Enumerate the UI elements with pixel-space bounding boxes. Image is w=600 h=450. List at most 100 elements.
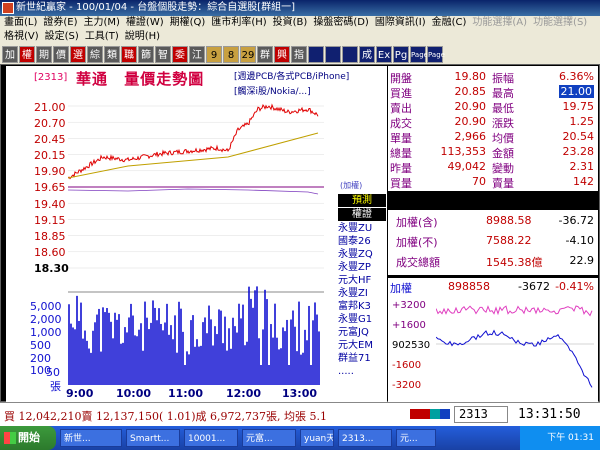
toolbar: 加權期價選綜類職篩智委江 9 8 29 群興指成 Ex Pg Page Page	[0, 44, 600, 64]
start-button[interactable]: 開始	[0, 426, 56, 450]
index-row: 加權(不) 7588.22 -4.10	[388, 234, 598, 252]
index-value: 7588.22	[486, 234, 532, 247]
warrant-list-item[interactable]: 元大HF	[338, 274, 386, 287]
warrant-list-item[interactable]: 永豐ZQ	[338, 248, 386, 261]
quote-label: 最高	[492, 87, 514, 100]
toolbar-button[interactable]: 委	[172, 45, 188, 63]
toolbar-button[interactable]: 興	[274, 45, 290, 63]
toolbar-button[interactable]: Pg	[393, 45, 409, 63]
quote-value: 19.75	[562, 100, 595, 113]
menu-item[interactable]: 格視(V)	[4, 30, 39, 44]
warrant-tab[interactable]: 權證	[338, 208, 386, 221]
status-bar: 買 12,042,210賣 12,137,150( 1.01)成 6,972,7…	[0, 402, 600, 426]
warrant-list-item[interactable]: 永豐G1	[338, 313, 386, 326]
taskbar-button[interactable]: 新世...	[60, 429, 122, 447]
toolbar-button[interactable]: Page	[410, 45, 428, 63]
menu-item[interactable]: 金融(C)	[432, 16, 467, 30]
menu-item[interactable]: 功能選擇(A)	[472, 16, 527, 30]
quote-value: 142	[573, 175, 594, 188]
toolbar-button[interactable]	[325, 45, 341, 63]
toolbar-button[interactable]: 類	[104, 45, 120, 63]
warrant-list-item[interactable]: 永豐ZP	[338, 261, 386, 274]
toolbar-button[interactable]: 選	[70, 45, 86, 63]
concept-tags-2[interactable]: [觸深i股/Nokia/...]	[234, 84, 311, 97]
toolbar-button[interactable]: Ex	[376, 45, 392, 63]
toolbar-button[interactable]: Page	[427, 45, 445, 63]
time-tick-label: 12:00	[226, 387, 262, 400]
taskbar-button[interactable]: yuan天...	[300, 429, 334, 447]
menu-item[interactable]: 設定(S)	[45, 30, 79, 44]
warrant-list-item[interactable]: 群益71	[338, 352, 386, 365]
taskbar-button[interactable]: 10001...	[184, 429, 238, 447]
toolbar-button[interactable]: 期	[36, 45, 52, 63]
index-change: 22.9	[569, 254, 595, 267]
toolbar-button[interactable]: 權	[19, 45, 35, 63]
warrant-list-item[interactable]: 永豐ZU	[338, 222, 386, 235]
quote-label: 金額	[492, 147, 514, 160]
menu-item[interactable]: 功能選擇(S)	[533, 16, 587, 30]
taiex-change: -3672	[518, 280, 550, 293]
window-title: 新世紀贏家 - 100/01/04 - 台盤個股走勢：綜合自選股[群組一]	[16, 2, 296, 13]
concept-tags-1[interactable]: [週邊PCB/各式PCB/iPhone]	[234, 69, 349, 82]
toolbar-button[interactable]: 29	[240, 45, 256, 63]
taskbar-button[interactable]: Smartt...	[126, 429, 180, 447]
warrant-list-item[interactable]: 元大EM	[338, 339, 386, 352]
quote-row: 開盤 19.80 振幅 6.36%	[388, 70, 598, 85]
menu-item[interactable]: 操盤密碼(D)	[313, 16, 369, 30]
toolbar-button[interactable]: 篩	[138, 45, 154, 63]
toolbar-button[interactable]: 綜	[87, 45, 103, 63]
average-price-line	[68, 132, 319, 179]
menu-item[interactable]: 國際資訊(I)	[375, 16, 426, 30]
menu-item[interactable]: 說明(H)	[125, 30, 160, 44]
toolbar-button[interactable]: 價	[53, 45, 69, 63]
warrant-list-item[interactable]: 富邦K3	[338, 300, 386, 313]
price-tick-label: 20.70	[34, 117, 66, 130]
menu-row-1: 畫面(L) 證券(E) 主力(M) 權證(W) 期權(Q) 匯市利率(H) 投資(B) 操盤密…	[0, 16, 600, 30]
index-label: 加權(不)	[396, 236, 438, 249]
forecast-tab[interactable]: 預測	[338, 194, 386, 207]
warrant-list-item[interactable]: 元富JQ	[338, 326, 386, 339]
menu-item[interactable]: 主力(M)	[84, 16, 120, 30]
menu-item[interactable]: 權證(W)	[126, 16, 164, 30]
taskbar-button[interactable]: 元富...	[242, 429, 296, 447]
toolbar-button[interactable]: 群	[257, 45, 273, 63]
price-tick-label: 18.30	[34, 262, 69, 275]
quote-label: 振幅	[492, 72, 514, 85]
warrant-list-item[interactable]: 永豐ZI	[338, 287, 386, 300]
menu-item[interactable]: 工具(T)	[85, 30, 119, 44]
taskbar-button[interactable]: 元...	[396, 429, 436, 447]
price-tick-label: 19.65	[34, 181, 66, 194]
quote-row: 成交 20.90 漲跌 1.25	[388, 115, 598, 130]
menu-item[interactable]: 畫面(L)	[4, 16, 37, 30]
quote-value: 21.00	[558, 85, 594, 98]
toolbar-button[interactable]: 江	[189, 45, 205, 63]
taskbar-button[interactable]: 2313...	[338, 429, 392, 447]
toolbar-button[interactable]: 職	[121, 45, 137, 63]
menu-item[interactable]: 投資(B)	[273, 16, 308, 30]
toolbar-button[interactable]: 成	[359, 45, 375, 63]
toolbar-button[interactable]: 指	[291, 45, 307, 63]
toolbar-button[interactable]: 加	[2, 45, 18, 63]
toolbar-button[interactable]: 8	[223, 45, 239, 63]
time-tick-label: 13:00	[282, 387, 318, 400]
warrant-list-item[interactable]: .....	[338, 365, 386, 378]
index-value: 1545.38億	[486, 256, 543, 269]
toolbar-button[interactable]	[342, 45, 358, 63]
menu-item[interactable]: 匯市利率(H)	[211, 16, 266, 30]
toolbar-button[interactable]: 智	[155, 45, 171, 63]
toolbar-button[interactable]: 9	[206, 45, 222, 63]
quote-label: 均價	[492, 132, 514, 145]
quote-label: 變動	[492, 162, 514, 175]
index-row: 加權(含) 8988.58 -36.72	[388, 214, 598, 232]
menu-item[interactable]: 期權(Q)	[170, 16, 206, 30]
quote-value: 23.28	[562, 145, 595, 158]
quote-row: 單量 2,966 均價 20.54	[388, 130, 598, 145]
window-title-bar[interactable]: 新世紀贏家 - 100/01/04 - 台盤個股走勢：綜合自選股[群組一]	[0, 0, 600, 16]
warrant-list-item[interactable]: 國泰26	[338, 235, 386, 248]
system-tray: 下午 01:31	[520, 426, 600, 450]
quote-value: 49,042	[447, 160, 487, 173]
menu-item[interactable]: 證券(E)	[43, 16, 77, 30]
status-swatch-red	[410, 409, 420, 419]
stock-code-input[interactable]: 2313	[454, 406, 508, 423]
toolbar-button[interactable]	[308, 45, 324, 63]
